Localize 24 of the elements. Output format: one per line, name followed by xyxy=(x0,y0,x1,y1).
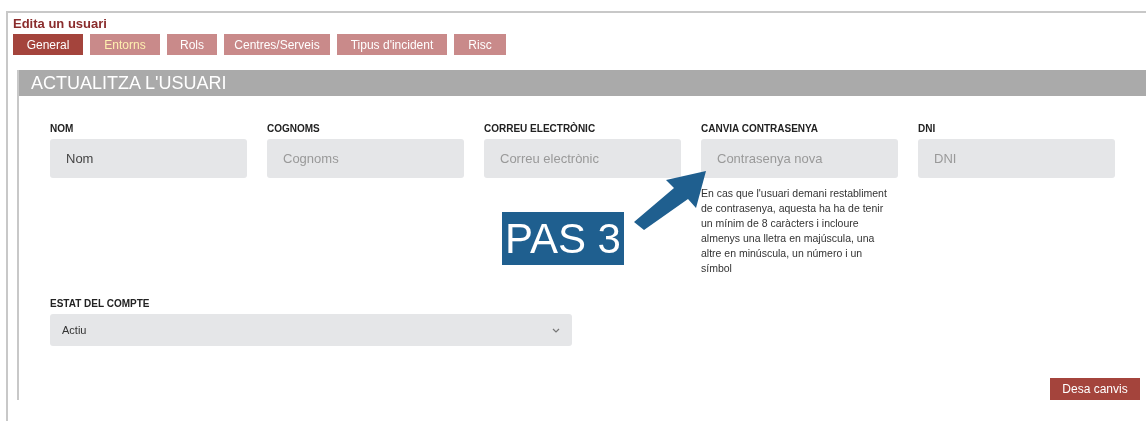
input-field[interactable]: Contrasenya nova xyxy=(701,139,898,178)
tab[interactable]: Centres/Serveis xyxy=(224,34,330,55)
input-field[interactable]: Cognoms xyxy=(267,139,464,178)
input-field[interactable]: Nom xyxy=(50,139,247,178)
field-label: CORREU ELECTRÒNIC xyxy=(484,122,596,135)
save-button[interactable]: Desa canvis xyxy=(1050,378,1140,400)
status-select[interactable]: Actiu xyxy=(50,314,572,346)
field-label: ESTAT DEL COMPTE xyxy=(50,297,150,311)
step-callout: PAS 3 xyxy=(502,212,624,265)
tab[interactable]: Rols xyxy=(167,34,217,55)
input-field[interactable]: DNI xyxy=(918,139,1115,178)
field-label: DNI xyxy=(918,122,936,135)
field-label: COGNOMS xyxy=(267,122,320,135)
help-text: En cas que l'usuari demani restabliment de contrasenya, aquesta ha ha de tenir un mínim de 8 caràcters i incloure almenys una lletra en majúscula, una altre en minúscula, un número i un símbol xyxy=(701,186,887,276)
page-title: Edita un usuari xyxy=(13,16,107,32)
chevron-down-icon xyxy=(552,327,560,333)
field-label: NOM xyxy=(50,122,74,135)
tab[interactable]: Entorns xyxy=(90,34,160,55)
input-field[interactable]: Correu electrònic xyxy=(484,139,681,178)
tab[interactable]: Tipus d'incident xyxy=(337,34,447,55)
field-label: CANVIA CONTRASENYA xyxy=(701,122,819,135)
tab[interactable]: General xyxy=(13,34,83,55)
section-title: ACTUALITZA L'USUARI xyxy=(31,71,227,95)
tab[interactable]: Risc xyxy=(454,34,506,55)
